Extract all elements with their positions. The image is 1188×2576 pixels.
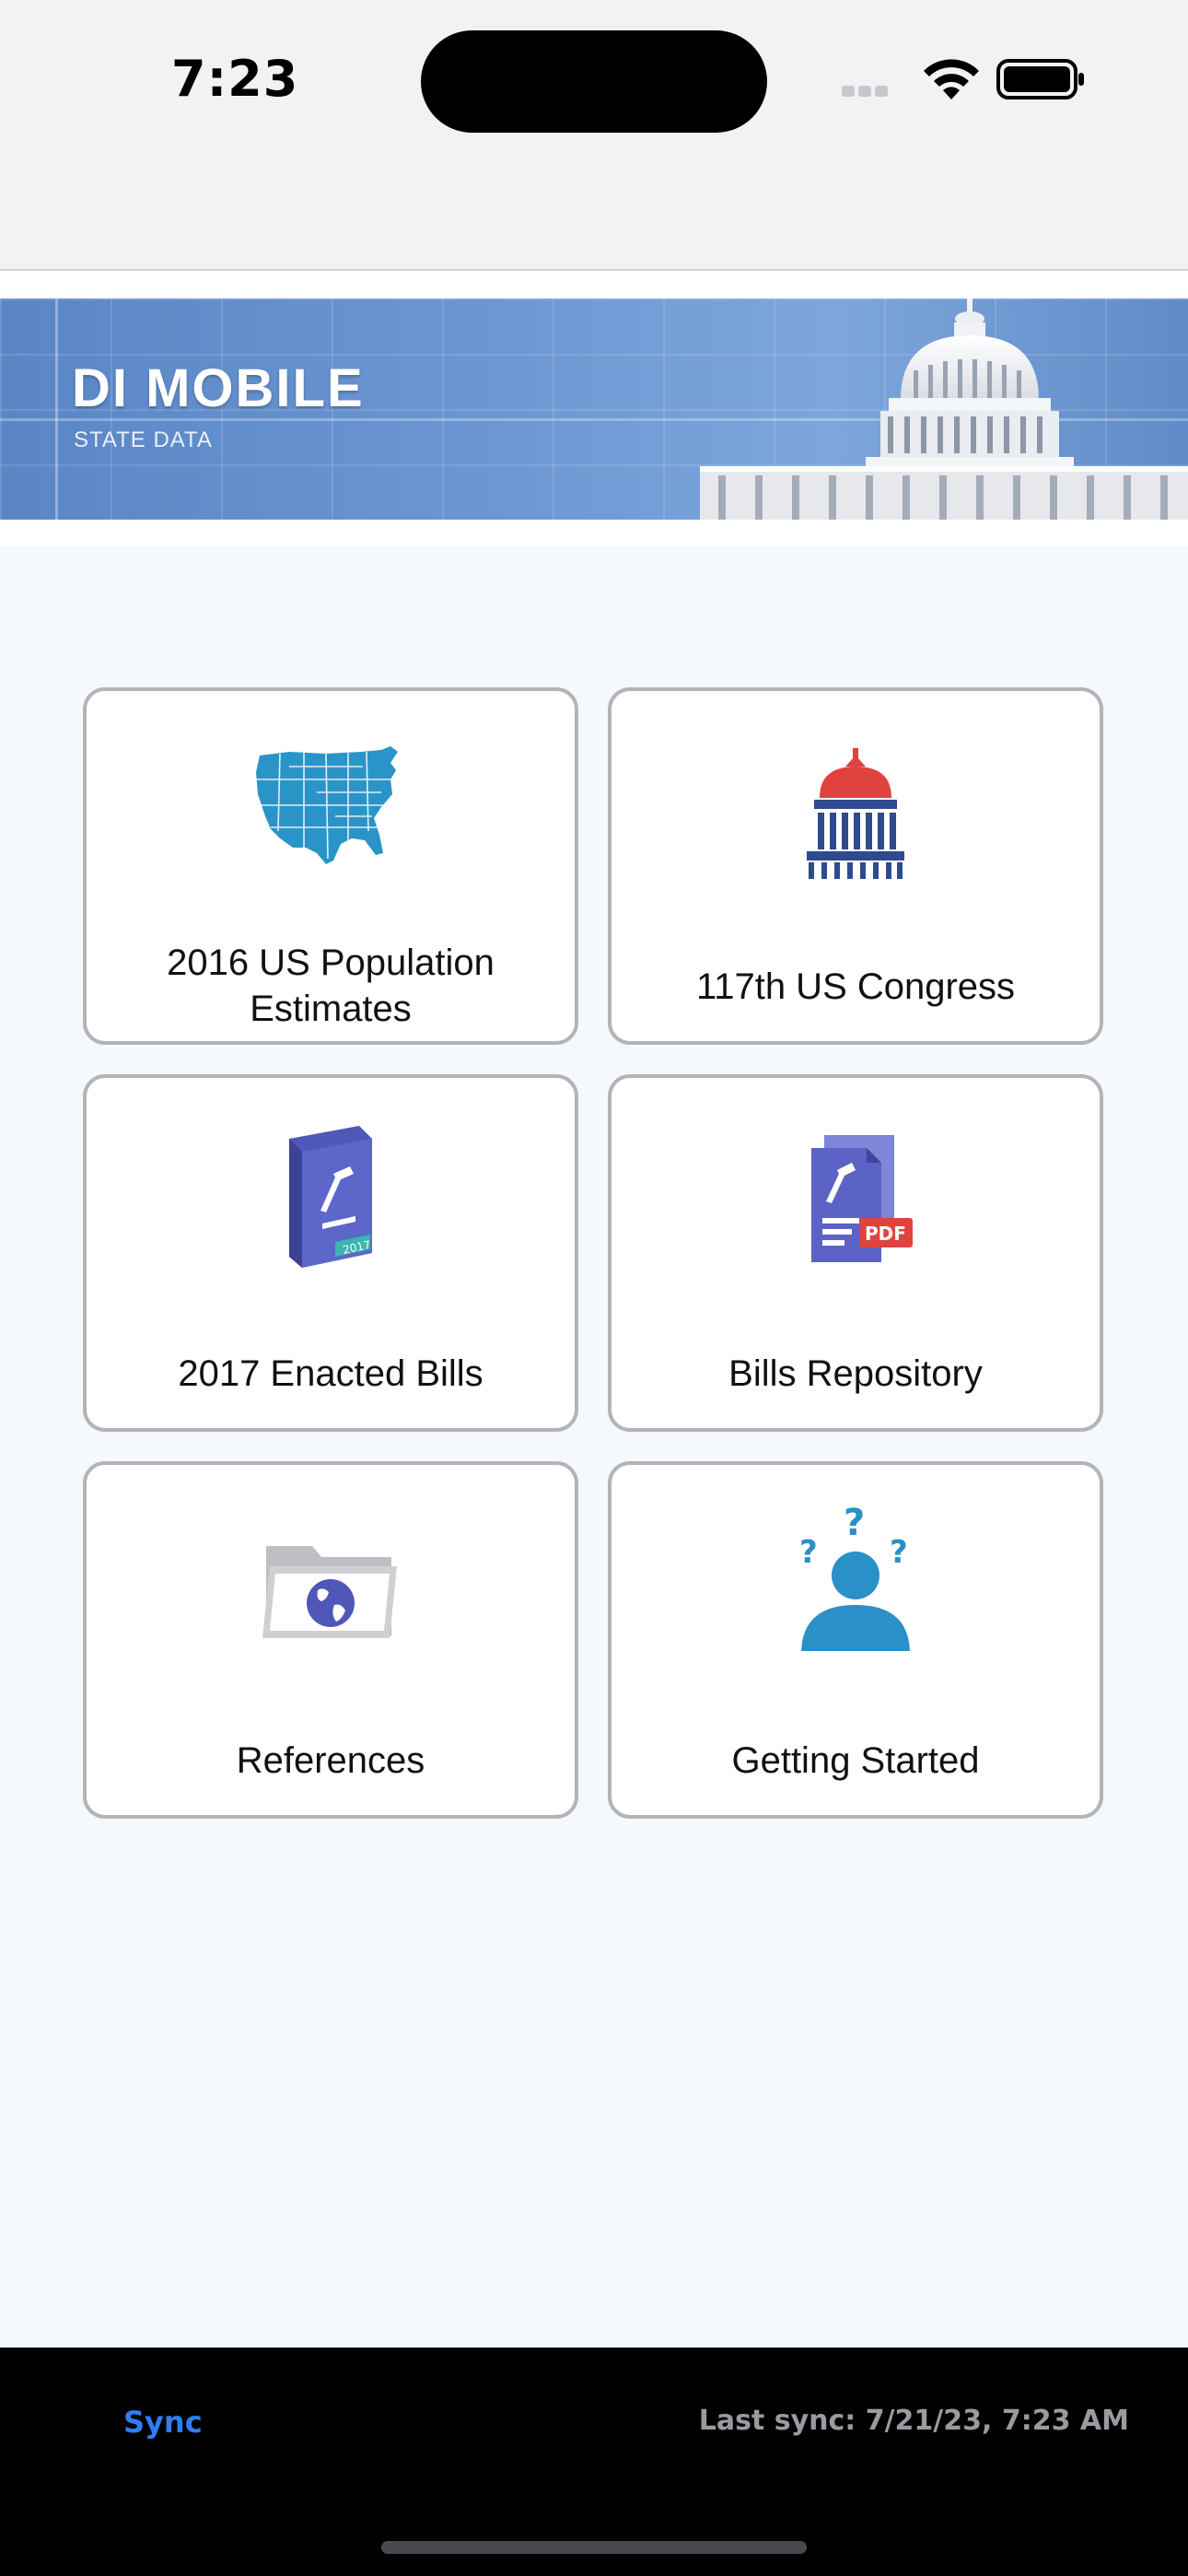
last-sync-status: Last sync: 7/21/23, 7:23 AM xyxy=(698,2405,1129,2437)
us-map-icon xyxy=(256,746,398,864)
tile-label: 2017 Enacted Bills xyxy=(178,1353,483,1394)
status-bar: 7:23 xyxy=(0,0,1188,166)
banner-accent-line xyxy=(55,299,58,520)
svg-text:?: ? xyxy=(890,1534,908,1571)
tile-enacted-bills[interactable]: 2017 2017 Enacted Bills xyxy=(83,1074,578,1432)
tile-bills-repository[interactable]: PDF Bills Repository xyxy=(608,1074,1103,1432)
globe-folder-icon xyxy=(262,1546,397,1638)
tile-label: Getting Started xyxy=(731,1740,980,1781)
wifi-icon xyxy=(924,59,979,100)
sync-button[interactable]: Sync xyxy=(123,2405,203,2440)
tile-us-congress[interactable]: 117th US Congress xyxy=(608,687,1103,1045)
banner-title: DI MOBILE xyxy=(72,358,365,418)
tile-label: 2016 US Population Estimates xyxy=(167,943,495,1029)
home-indicator[interactable] xyxy=(381,2541,807,2554)
dynamic-island xyxy=(421,30,767,133)
navigation-bar xyxy=(0,166,1188,269)
svg-text:PDF: PDF xyxy=(865,1223,906,1245)
tile-population-estimates[interactable]: 2016 US Population Estimates xyxy=(83,687,578,1045)
cellular-signal-icon xyxy=(842,85,906,98)
tile-getting-started[interactable]: ? ? ? Getting Started xyxy=(608,1461,1103,1819)
person-question-icon: ? ? ? xyxy=(799,1502,910,1651)
header-banner: DI MOBILE STATE DATA xyxy=(0,299,1188,520)
tile-label: References xyxy=(236,1740,425,1781)
capitol-building-icon xyxy=(700,299,1188,520)
tile-references[interactable]: References xyxy=(83,1461,578,1819)
status-time: 7:23 xyxy=(171,50,299,108)
svg-text:?: ? xyxy=(844,1502,865,1544)
pdf-document-icon: PDF xyxy=(811,1135,913,1262)
banner-subtitle: STATE DATA xyxy=(74,427,213,452)
law-book-icon: 2017 xyxy=(289,1126,372,1268)
svg-text:?: ? xyxy=(799,1534,818,1571)
battery-icon xyxy=(996,59,1084,100)
capitol-dome-icon xyxy=(807,748,904,879)
tile-label: Bills Repository xyxy=(728,1353,983,1394)
tile-label: 117th US Congress xyxy=(695,966,1016,1007)
